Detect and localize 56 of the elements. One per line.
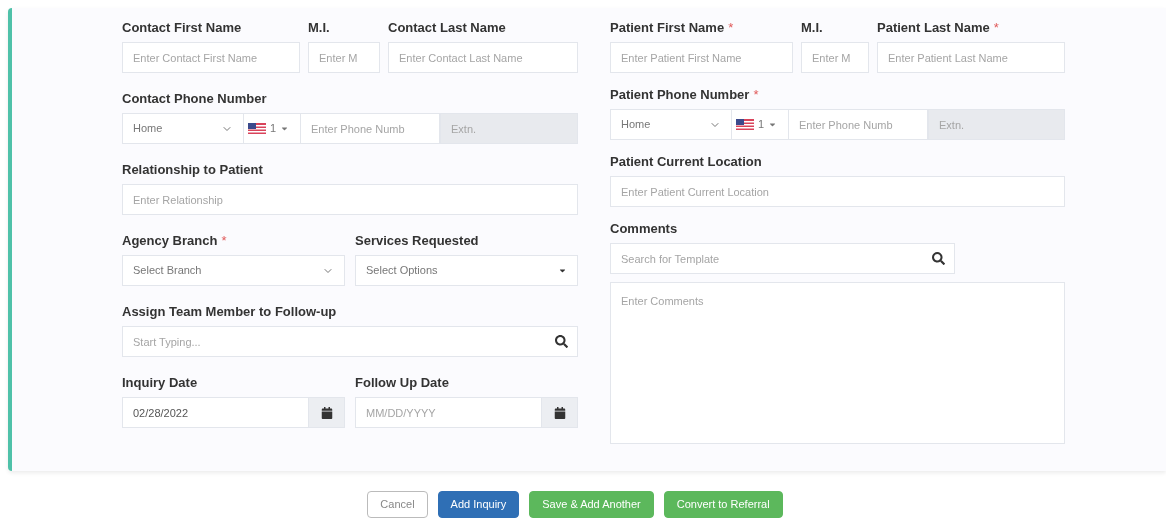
country-code-select[interactable]: 1 xyxy=(244,113,300,144)
calendar-button[interactable] xyxy=(542,397,578,428)
required-mark: * xyxy=(221,233,227,249)
action-button[interactable]: Add Inquiry xyxy=(437,491,520,518)
comments-textarea[interactable]: Enter Comments xyxy=(610,282,1065,444)
action-button[interactable]: Cancel xyxy=(367,491,428,518)
required-mark: * xyxy=(728,20,734,36)
required-mark: * xyxy=(993,20,999,36)
field-label: Patient Phone Number xyxy=(610,87,750,103)
flag-icon xyxy=(248,123,266,134)
dropdown-select[interactable]: Select Branch xyxy=(122,255,345,286)
text-field[interactable]: Enter M xyxy=(801,42,869,73)
dropdown-select[interactable]: Select Options xyxy=(355,255,578,286)
text-field[interactable]: Enter Patient First Name xyxy=(610,42,793,73)
flag-icon xyxy=(736,119,754,130)
search-icon xyxy=(932,252,945,265)
phone-type-select[interactable]: Home xyxy=(610,109,732,140)
caret-icon xyxy=(768,120,778,129)
field-label: Assign Team Member to Follow-up xyxy=(122,304,337,320)
field-label: Follow Up Date xyxy=(355,375,449,391)
text-field[interactable]: Enter Relationship xyxy=(122,184,578,215)
caret-icon xyxy=(280,124,290,133)
action-button[interactable]: Convert to Referral xyxy=(663,491,783,518)
action-button[interactable]: Save & Add Another xyxy=(529,491,654,518)
field-label: M.I. xyxy=(308,20,330,36)
field-label: Services Requested xyxy=(355,233,479,249)
field-label: Contact First Name xyxy=(122,20,242,36)
calendar-icon xyxy=(553,406,566,419)
text-field[interactable]: Enter Patient Current Location xyxy=(610,176,1065,207)
calendar-button[interactable] xyxy=(309,397,345,428)
search-field[interactable]: Start Typing... xyxy=(122,326,578,357)
field-label: Patient First Name xyxy=(610,20,725,36)
field-label: Comments xyxy=(610,221,678,237)
required-mark: * xyxy=(753,87,759,103)
field-label: Contact Phone Number xyxy=(122,91,267,107)
caret-icon xyxy=(558,266,567,275)
field-label: Inquiry Date xyxy=(122,375,198,391)
calendar-icon xyxy=(320,406,333,419)
text-field[interactable]: Enter Contact Last Name xyxy=(388,42,578,73)
text-field[interactable]: Enter Patient Last Name xyxy=(877,42,1065,73)
field-label: Agency Branch xyxy=(122,233,218,249)
search-icon xyxy=(555,335,568,348)
phone-field[interactable]: Enter Phone Numb xyxy=(788,109,928,140)
date-field[interactable]: 02/28/2022 xyxy=(122,397,309,428)
field-label: Patient Current Location xyxy=(610,154,762,170)
field-label: Contact Last Name xyxy=(388,20,506,36)
text-field[interactable]: Enter Contact First Name xyxy=(122,42,300,73)
date-field[interactable]: MM/DD/YYYY xyxy=(355,397,542,428)
template-search-field[interactable]: Search for Template xyxy=(610,243,955,274)
field-label: M.I. xyxy=(801,20,823,36)
field-label: Patient Last Name xyxy=(877,20,990,36)
country-code-select[interactable]: 1 xyxy=(732,109,788,140)
phone-field[interactable]: Enter Phone Numb xyxy=(300,113,440,144)
text-field[interactable]: Enter M xyxy=(308,42,380,73)
phone-type-select[interactable]: Home xyxy=(122,113,244,144)
field-label: Relationship to Patient xyxy=(122,162,263,178)
